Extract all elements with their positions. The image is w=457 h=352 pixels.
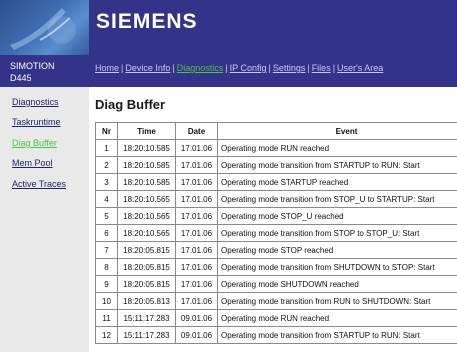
nav-separator: | bbox=[172, 63, 175, 73]
cell-date: 17.01.06 bbox=[175, 258, 218, 276]
nav-separator: | bbox=[307, 63, 310, 73]
nav-link-user-s-area[interactable]: User's Area bbox=[337, 63, 383, 73]
page-title: Diag Buffer bbox=[95, 97, 166, 112]
table-row: 1 18:20:10.585 17.01.06 Operating mode RUN … bbox=[95, 139, 457, 157]
cell-nr: 12 bbox=[95, 326, 118, 344]
table-row: 11 15:11:17.283 09.01.06 Operating mode RUN… bbox=[95, 309, 457, 327]
column-header-time: Time bbox=[117, 122, 176, 140]
table-row: 3 18:20:10.585 17.01.06 Operating mode STAR… bbox=[95, 173, 457, 191]
cell-date: 09.01.06 bbox=[175, 326, 218, 344]
sidebar-item-diagnostics[interactable]: Diagnostics bbox=[12, 97, 59, 107]
table-row: 10 18:20:05.813 17.01.06 Operating mode tra… bbox=[95, 292, 457, 310]
sidebar-item-mem-pool[interactable]: Mem Pool bbox=[12, 158, 53, 168]
cell-nr: 1 bbox=[95, 139, 118, 157]
nav-link-ip-config[interactable]: IP Config bbox=[230, 63, 267, 73]
cell-date: 17.01.06 bbox=[175, 275, 218, 293]
cell-event: Operating mode RUN reached bbox=[217, 139, 457, 157]
cell-event: Operating mode transition from STOP to S… bbox=[217, 224, 457, 242]
cell-event: Operating mode transition from RUN to SH… bbox=[217, 292, 457, 310]
table-row: 9 18:20:05.815 17.01.06 Operating mode SHUT… bbox=[95, 275, 457, 293]
cell-nr: 8 bbox=[95, 258, 118, 276]
cell-time: 18:20:10.565 bbox=[117, 224, 176, 242]
table-row: 4 18:20:10.565 17.01.06 Operating mode tran… bbox=[95, 190, 457, 208]
column-header-date: Date bbox=[175, 122, 218, 140]
cell-nr: 4 bbox=[95, 190, 118, 208]
table-header-row: Nr Time Date Event bbox=[95, 122, 457, 140]
cell-event: Operating mode STARTUP reached bbox=[217, 173, 457, 191]
device-label: SIMOTION D445 bbox=[0, 55, 89, 87]
cell-date: 17.01.06 bbox=[175, 139, 218, 157]
cell-time: 15:11:17.283 bbox=[117, 309, 176, 327]
cell-nr: 7 bbox=[95, 241, 118, 259]
cell-date: 17.01.06 bbox=[175, 173, 218, 191]
cell-date: 17.01.06 bbox=[175, 207, 218, 225]
cell-date: 17.01.06 bbox=[175, 292, 218, 310]
nav-separator: | bbox=[121, 63, 124, 73]
brand-logo: SIEMENS bbox=[96, 10, 198, 33]
cell-date: 17.01.06 bbox=[175, 156, 218, 174]
cell-nr: 6 bbox=[95, 224, 118, 242]
nav-separator: | bbox=[225, 63, 228, 73]
table-row: 12 15:11:17.283 09.01.06 Operating mode tra… bbox=[95, 326, 457, 344]
cell-event: Operating mode STOP_U reached bbox=[217, 207, 457, 225]
nav-link-device-info[interactable]: Device Info bbox=[125, 63, 170, 73]
cell-event: Operating mode transition from STARTUP t… bbox=[217, 326, 457, 344]
sidebar-item-diag-buffer[interactable]: Diag Buffer bbox=[12, 138, 57, 148]
cell-nr: 5 bbox=[95, 207, 118, 225]
cell-event: Operating mode STOP reached bbox=[217, 241, 457, 259]
main-content: Diag Buffer Nr Time Date Event 1 18:20:10.58… bbox=[89, 87, 457, 352]
cell-time: 18:20:05.815 bbox=[117, 275, 176, 293]
cell-time: 18:20:10.585 bbox=[117, 156, 176, 174]
top-nav: Home | Device Info | Diagnostics | IP Config | S… bbox=[89, 55, 457, 87]
cell-time: 18:20:05.813 bbox=[117, 292, 176, 310]
nav-separator: | bbox=[268, 63, 271, 73]
cell-date: 17.01.06 bbox=[175, 241, 218, 259]
device-family: SIMOTION bbox=[10, 61, 55, 71]
cell-nr: 10 bbox=[95, 292, 118, 310]
device-model: D445 bbox=[10, 73, 32, 83]
cell-nr: 3 bbox=[95, 173, 118, 191]
table-row: 6 18:20:10.565 17.01.06 Operating mode tran… bbox=[95, 224, 457, 242]
diag-buffer-table: Nr Time Date Event 1 18:20:10.585 17.01.06 Ope… bbox=[95, 122, 457, 344]
cell-event: Operating mode transition from STOP_U to… bbox=[217, 190, 457, 208]
cell-event: Operating mode SHUTDOWN reached bbox=[217, 275, 457, 293]
cell-event: Operating mode transition from STARTUP t… bbox=[217, 156, 457, 174]
cell-time: 18:20:10.565 bbox=[117, 207, 176, 225]
cell-time: 18:20:10.565 bbox=[117, 190, 176, 208]
cell-event: Operating mode transition from SHUTDOWN … bbox=[217, 258, 457, 276]
column-header-nr: Nr bbox=[95, 122, 118, 140]
logo-graphic bbox=[0, 0, 89, 55]
table-row: 8 18:20:05.815 17.01.06 Operating mode tran… bbox=[95, 258, 457, 276]
header-bar: SIEMENS bbox=[89, 0, 457, 55]
nav-separator: | bbox=[332, 63, 336, 73]
cell-time: 18:20:10.585 bbox=[117, 139, 176, 157]
table-row: 7 18:20:05.815 17.01.06 Operating mode STOP… bbox=[95, 241, 457, 259]
nav-link-home[interactable]: Home bbox=[95, 63, 119, 73]
table-row: 5 18:20:10.565 17.01.06 Operating mode STOP… bbox=[95, 207, 457, 225]
nav-link-files[interactable]: Files bbox=[312, 63, 331, 73]
nav-link-diagnostics[interactable]: Diagnostics bbox=[177, 63, 224, 73]
table-row: 2 18:20:10.585 17.01.06 Operating mode tran… bbox=[95, 156, 457, 174]
cell-time: 15:11:17.283 bbox=[117, 326, 176, 344]
column-header-event: Event bbox=[217, 122, 457, 140]
sidebar-item-active-traces[interactable]: Active Traces bbox=[12, 179, 66, 189]
cell-nr: 11 bbox=[95, 309, 118, 327]
nav-link-settings[interactable]: Settings bbox=[273, 63, 306, 73]
cell-date: 17.01.06 bbox=[175, 190, 218, 208]
cell-nr: 9 bbox=[95, 275, 118, 293]
cell-date: 09.01.06 bbox=[175, 309, 218, 327]
cell-time: 18:20:10.585 bbox=[117, 173, 176, 191]
cell-time: 18:20:05.815 bbox=[117, 258, 176, 276]
sidebar: Diagnostics Taskruntime Diag Buffer Mem Poo… bbox=[0, 87, 89, 352]
sidebar-item-taskruntime[interactable]: Taskruntime bbox=[12, 117, 61, 127]
cell-event: Operating mode RUN reached bbox=[217, 309, 457, 327]
cell-nr: 2 bbox=[95, 156, 118, 174]
cell-time: 18:20:05.815 bbox=[117, 241, 176, 259]
cell-date: 17.01.06 bbox=[175, 224, 218, 242]
